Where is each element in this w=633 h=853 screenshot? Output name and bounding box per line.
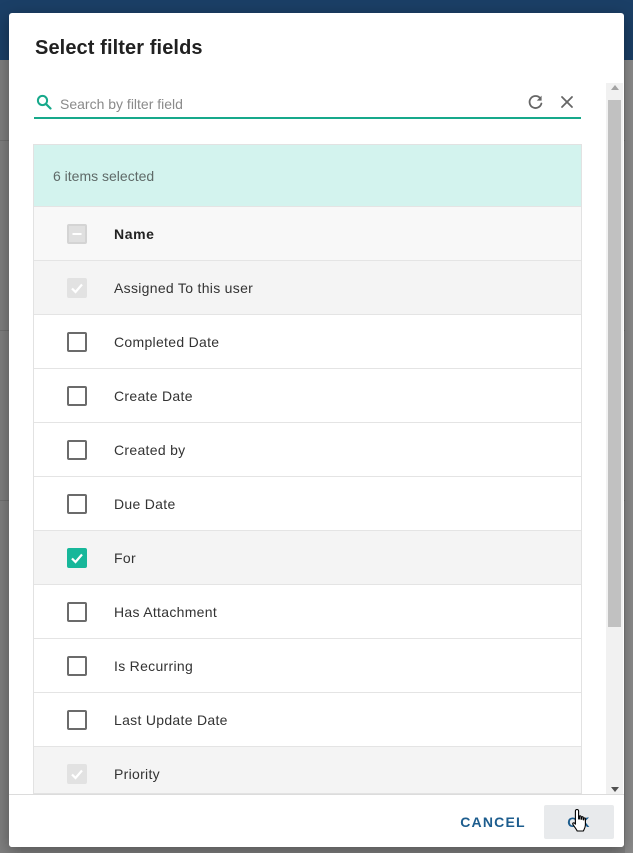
checkmark-icon [71,769,83,780]
dialog-title: Select filter fields [35,37,203,59]
list-item-label: For [114,549,136,566]
scroll-up-arrow-icon[interactable] [611,85,619,90]
item-checkbox[interactable] [67,332,87,352]
list-item[interactable]: Due Date [34,477,581,531]
clear-icon[interactable] [559,94,575,110]
scroll-thumb[interactable] [608,100,621,627]
item-checkbox[interactable] [67,710,87,730]
item-checkbox[interactable] [67,386,87,406]
search-field [34,91,581,119]
scroll-down-arrow-icon[interactable] [611,787,619,792]
item-checkbox [67,764,87,784]
search-input[interactable] [60,93,500,115]
list-item[interactable]: Create Date [34,369,581,423]
item-checkbox[interactable] [67,602,87,622]
list-item[interactable]: Is Recurring [34,639,581,693]
list-item-label: Created by [114,441,186,458]
dialog-footer: CANCEL OK [9,794,624,847]
refresh-icon[interactable] [527,94,544,111]
list-item-label: Completed Date [114,333,220,350]
list-item-label: Last Update Date [114,711,228,728]
list-item[interactable]: Has Attachment [34,585,581,639]
item-checkbox[interactable] [67,656,87,676]
list-item[interactable]: For [34,531,581,585]
list-item-label: Has Attachment [114,603,218,620]
list-item-label: Priority [114,765,160,782]
list-item[interactable]: Last Update Date [34,693,581,747]
list-item-label: Is Recurring [114,657,194,674]
list-item-label: Assigned To this user [114,279,254,296]
column-header-name: Name [114,225,155,242]
search-icon [36,94,52,110]
selection-summary-banner: 6 items selected [34,145,581,207]
list-item[interactable]: Assigned To this user [34,261,581,315]
checkmark-icon [71,553,83,564]
filter-field-list: 6 items selected Name Assigned To this u… [33,144,582,794]
backdrop-edge [625,60,633,853]
ok-button[interactable]: OK [544,805,614,839]
checkmark-icon [71,283,83,294]
item-checkbox [67,278,87,298]
list-item-label: Create Date [114,387,193,404]
list-item[interactable]: Priority [34,747,581,793]
list-item-label: Due Date [114,495,176,512]
cancel-button[interactable]: CANCEL [453,805,533,839]
list-item[interactable]: Created by [34,423,581,477]
item-checkbox[interactable] [67,494,87,514]
select-filter-fields-dialog: Select filter fields 6 items selected Na… [9,13,624,847]
list-scrollbar[interactable] [606,83,623,795]
item-checkbox[interactable] [67,440,87,460]
list-item[interactable]: Completed Date [34,315,581,369]
indeterminate-icon [72,233,82,235]
list-header-row: Name [34,207,581,261]
item-checkbox[interactable] [67,548,87,568]
select-all-checkbox[interactable] [67,224,87,244]
